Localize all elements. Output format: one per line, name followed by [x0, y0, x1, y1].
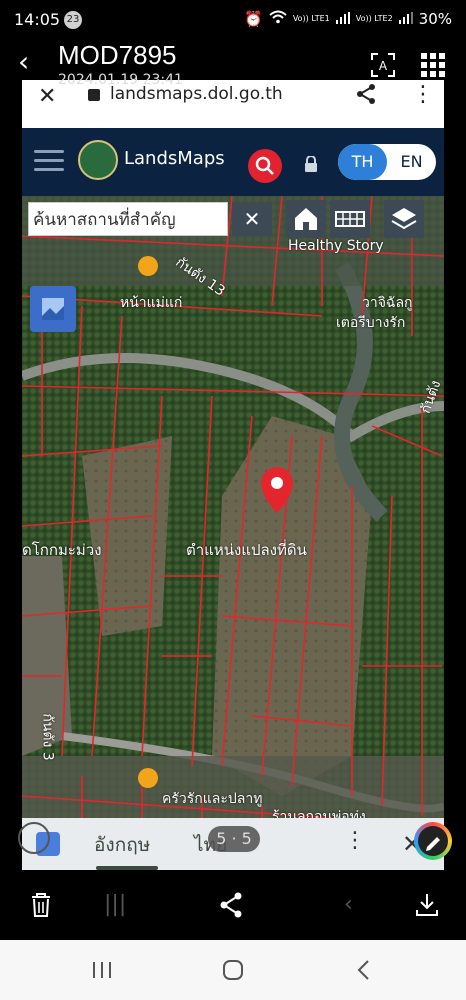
landsmaps-navbar: LandsMaps TH EN [22, 128, 444, 196]
department-logo [78, 140, 118, 180]
status-right-group: ⏰ Vo)) LTE1 Vo)) LTE2 30% [244, 10, 452, 28]
place-search-input[interactable] [29, 203, 227, 235]
map-label-waterfall: หน้าแม่แก่ [120, 295, 183, 311]
map-label-school: วาจิฉัลกู [362, 295, 413, 311]
android-nav-bar [0, 940, 466, 1000]
apps-grid-icon[interactable] [416, 48, 450, 82]
map-label-parcel: ตำแหน่งแปลงที่ดิน [186, 541, 307, 559]
place-search-box[interactable] [28, 202, 228, 236]
wifi-icon [269, 10, 287, 28]
translate-more-icon[interactable]: ⋮ [344, 828, 366, 853]
basemap-thumbnail-icon[interactable] [30, 286, 76, 332]
brand-name: LandsMaps [124, 148, 225, 169]
ghost-recents-icon: ||| [104, 892, 127, 917]
svg-text:A: A [379, 59, 388, 73]
notification-count-badge: 23 [64, 11, 82, 29]
back-nav-icon[interactable] [350, 956, 378, 984]
gallery-bottom-toolbar: ||| ‹ [0, 870, 466, 940]
translate-source-tab[interactable]: อังกฤษ [94, 830, 150, 860]
map-label-school2: เตอรีบางรัก [336, 315, 406, 331]
language-toggle[interactable]: TH EN [338, 144, 436, 180]
map-label-healthy-story: Healthy Story [288, 238, 384, 254]
sim2-label: Vo)) LTE2 [355, 14, 393, 23]
photo-date: 2024.01.19 23:41 [58, 72, 183, 88]
search-icon[interactable] [248, 149, 282, 183]
back-chevron-icon[interactable]: ‹ [18, 48, 29, 76]
satellite-map[interactable]: ✕ Healthy Story หน้าแม่แก่ กันตัง 13 วาจ… [22, 196, 444, 870]
text-recognition-icon[interactable]: A [366, 48, 400, 82]
map-label-mango: ดโกกมะม่วง [22, 541, 102, 559]
lang-en-button[interactable]: EN [387, 144, 436, 180]
scan-ring-icon[interactable] [18, 822, 50, 854]
hamburger-menu-icon[interactable] [34, 150, 64, 172]
ghost-back-icon: ‹ [344, 892, 353, 917]
sim1-label: Vo)) LTE1 [292, 14, 330, 23]
signal-icon [335, 10, 350, 28]
map-label-restaurant: ครัวรักและปลาทู [162, 791, 263, 807]
home-nav-icon[interactable] [219, 956, 247, 984]
layers-icon[interactable] [384, 200, 424, 238]
edit-pen-icon[interactable] [414, 822, 452, 860]
alarm-icon: ⏰ [244, 10, 263, 28]
home-icon[interactable] [286, 200, 326, 238]
grid-icon[interactable] [330, 200, 370, 238]
gallery-header: ‹ MOD7895 2024.01.19 23:41 A [0, 40, 466, 96]
share-photo-icon[interactable] [214, 888, 248, 922]
page-indicator: 5 · 5 [208, 826, 260, 852]
battery-level: 30% [418, 10, 452, 28]
lang-th-button[interactable]: TH [338, 144, 387, 180]
signal2-icon [398, 10, 413, 28]
photo-title: MOD7895 [58, 40, 177, 70]
food-poi2-icon [138, 768, 158, 788]
food-poi-icon [138, 256, 158, 276]
download-icon[interactable] [410, 888, 444, 922]
screenshot-photo: ✕ landsmaps.dol.go.th ⋮ LandsMaps TH EN [22, 80, 444, 870]
status-bar: 14:05 23 ⏰ Vo)) LTE1 Vo)) LTE2 30% [0, 0, 466, 40]
recents-icon[interactable] [88, 956, 116, 984]
clear-search-button[interactable]: ✕ [232, 202, 272, 236]
status-time: 14:05 [14, 10, 61, 29]
delete-icon[interactable] [24, 888, 58, 922]
map-label-left-road: กันตัง 3 [39, 713, 56, 761]
phone-screen: 14:05 23 ⏰ Vo)) LTE1 Vo)) LTE2 30% ✕ lan… [0, 0, 466, 1000]
login-lock-icon[interactable] [304, 155, 318, 172]
